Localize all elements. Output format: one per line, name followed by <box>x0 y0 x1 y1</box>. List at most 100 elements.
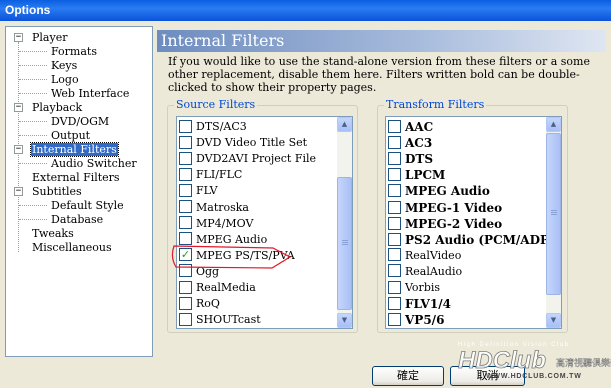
checkbox-icon[interactable] <box>388 136 401 150</box>
source-filters-label: Source Filters <box>174 98 258 111</box>
tree-item-output[interactable]: Output <box>50 129 91 142</box>
list-item[interactable]: Matroska <box>179 200 249 216</box>
checkbox-icon[interactable] <box>179 167 192 181</box>
checkbox-icon[interactable] <box>388 120 401 133</box>
checkbox-icon[interactable] <box>388 297 401 311</box>
list-item[interactable]: FLV <box>179 183 218 199</box>
filter-label: AAC <box>405 120 434 134</box>
collapse-icon[interactable]: − <box>14 103 23 112</box>
filter-label: Matroska <box>196 200 249 214</box>
list-item[interactable]: Vorbis <box>388 280 440 296</box>
list-item[interactable]: RealMedia <box>179 280 256 296</box>
filter-label: DTS/AC3 <box>196 120 247 133</box>
tree-item-default-style[interactable]: Default Style <box>50 199 125 212</box>
tree-item-player[interactable]: Player <box>31 31 68 44</box>
tree-item-formats[interactable]: Formats <box>50 45 98 58</box>
checkbox-icon[interactable] <box>179 183 192 197</box>
checkbox-icon[interactable] <box>388 168 401 182</box>
scroll-down-icon[interactable]: ▼ <box>546 313 561 328</box>
scroll-up-icon[interactable]: ▲ <box>337 117 352 132</box>
collapse-icon[interactable]: − <box>14 187 23 196</box>
transform-filters-scrollbar[interactable]: ▲ ▼ <box>546 117 561 328</box>
list-item[interactable]: RoQ <box>179 296 220 312</box>
collapse-icon[interactable]: − <box>14 33 23 42</box>
list-item[interactable]: DVD2AVI Project File <box>179 151 316 167</box>
filter-label: AC3 <box>405 136 433 151</box>
filter-label: FLI/FLC <box>196 168 243 182</box>
tree-item-audio-switcher[interactable]: Audio Switcher <box>50 157 138 170</box>
watermark-tagline: High Definition Vision Club <box>458 342 569 348</box>
filter-label: PS2 Audio (PCM/ADPCM <box>405 232 562 247</box>
list-item[interactable]: Ogg <box>179 264 219 280</box>
list-item[interactable]: AC3 <box>388 135 432 151</box>
tree-item-subtitles[interactable]: Subtitles <box>31 185 83 198</box>
checkbox-icon[interactable] <box>388 248 401 262</box>
tree-item-playback[interactable]: Playback <box>31 101 83 114</box>
scroll-down-icon[interactable]: ▼ <box>337 313 352 328</box>
checkbox-icon[interactable] <box>388 200 401 214</box>
list-item[interactable]: FLV1/4 <box>388 296 451 312</box>
filter-label: MPEG Audio <box>196 232 268 246</box>
checkbox-icon[interactable] <box>179 296 192 310</box>
ok-button[interactable]: 確定 <box>372 366 444 386</box>
list-item[interactable]: SHOUTcast <box>179 312 261 328</box>
checkbox-icon[interactable] <box>179 312 192 326</box>
checkbox-icon[interactable] <box>388 280 401 294</box>
scroll-thumb[interactable] <box>546 133 561 295</box>
list-item[interactable]: VP5/6 <box>388 312 444 328</box>
checkbox-icon[interactable] <box>179 135 192 149</box>
checkbox-icon[interactable] <box>179 264 192 278</box>
tree-item-tweaks[interactable]: Tweaks <box>31 227 75 240</box>
checkbox-icon[interactable] <box>388 152 401 166</box>
collapse-icon[interactable]: − <box>14 145 23 154</box>
tree-item-keys[interactable]: Keys <box>50 59 78 72</box>
checkbox-icon[interactable] <box>179 216 192 230</box>
list-item[interactable]: MPEG Audio <box>179 232 267 248</box>
filter-label: MPEG PS/TS/PVA <box>196 248 295 262</box>
checkbox-icon[interactable] <box>179 200 192 213</box>
tree-item-web-interface[interactable]: Web Interface <box>50 87 130 100</box>
cancel-button[interactable]: 取消 <box>450 366 525 386</box>
transform-filters-list[interactable]: VP5/6 FLV1/4 Vorbis RealAudio RealVideo PS2 A… <box>385 116 562 329</box>
scroll-up-icon[interactable]: ▲ <box>546 117 561 132</box>
checkbox-icon[interactable] <box>179 280 192 294</box>
list-item[interactable]: DTS <box>388 151 433 167</box>
list-item[interactable]: LPCM <box>388 167 445 183</box>
list-item[interactable]: RealAudio <box>388 264 462 280</box>
checkbox-icon[interactable] <box>388 264 401 278</box>
checkbox-icon[interactable] <box>388 313 401 327</box>
options-tree[interactable]: Player − Formats Keys Logo Web Interface Playb… <box>5 26 153 357</box>
scroll-thumb[interactable] <box>337 177 352 310</box>
filter-label: DVD2AVI Project File <box>196 152 317 166</box>
list-item[interactable]: ✓ MPEG PS/TS/PVA <box>179 248 295 264</box>
checkbox-icon[interactable] <box>388 184 401 198</box>
filter-label: FLV <box>196 184 218 198</box>
tree-item-miscellaneous[interactable]: Miscellaneous <box>31 241 113 254</box>
list-item[interactable]: AAC <box>388 119 433 135</box>
filter-label: VP5/6 <box>405 313 445 328</box>
filter-label: DTS <box>405 152 434 167</box>
checkbox-icon[interactable] <box>179 151 192 165</box>
list-item[interactable]: DTS/AC3 <box>179 119 247 135</box>
list-item[interactable]: FLI/FLC <box>179 167 242 183</box>
tree-item-external-filters[interactable]: External Filters <box>31 171 121 184</box>
checkbox-icon[interactable] <box>179 119 192 133</box>
checkbox-icon[interactable] <box>388 232 401 246</box>
list-item[interactable]: MP4/MOV <box>179 216 253 232</box>
tree-item-logo[interactable]: Logo <box>50 73 80 86</box>
list-item[interactable]: MPEG-2 Video <box>388 216 502 232</box>
filter-label: RealMedia <box>196 281 256 294</box>
checkbox-checked-icon[interactable]: ✓ <box>179 248 192 262</box>
tree-item-database[interactable]: Database <box>50 213 104 226</box>
checkbox-icon[interactable] <box>388 216 401 230</box>
list-item[interactable]: MPEG-1 Video <box>388 200 502 216</box>
list-item[interactable]: MPEG Audio <box>388 183 490 199</box>
tree-item-internal-filters[interactable]: Internal Filters <box>30 142 119 157</box>
source-filters-list[interactable]: SHOUTcast RoQ RealMedia Ogg ✓ MPEG PS/TS/PVA M… <box>176 116 353 329</box>
list-item[interactable]: RealVideo <box>388 248 461 264</box>
list-item[interactable]: DVD Video Title Set <box>179 135 307 151</box>
list-item[interactable]: PS2 Audio (PCM/ADPCM <box>388 232 562 248</box>
source-filters-scrollbar[interactable]: ▲ ▼ <box>337 117 352 328</box>
checkbox-icon[interactable] <box>179 232 192 246</box>
tree-item-dvd-ogm[interactable]: DVD/OGM <box>50 115 110 128</box>
